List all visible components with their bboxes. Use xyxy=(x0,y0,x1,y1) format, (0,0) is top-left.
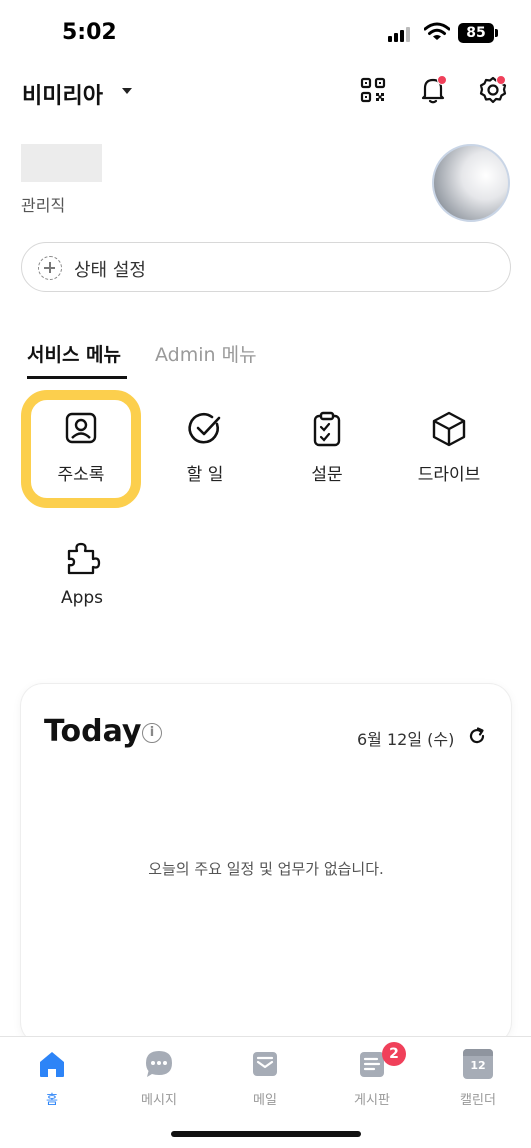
menu-item-label: Apps xyxy=(60,588,104,608)
notification-dot xyxy=(437,75,447,85)
info-icon[interactable]: i xyxy=(142,723,162,743)
today-date: 6월 12일 (수) xyxy=(357,730,455,749)
contacts-icon xyxy=(65,412,97,444)
nav-home[interactable]: 홈 xyxy=(2,1049,102,1109)
nav-label: 홈 xyxy=(46,1093,58,1108)
battery-tip xyxy=(495,29,498,37)
status-time: 5:02 xyxy=(62,20,117,45)
mail-icon xyxy=(253,1052,277,1076)
menu-item-survey[interactable]: 설문 xyxy=(267,390,385,506)
battery-level: 85 xyxy=(458,23,494,43)
survey-clipboard-icon xyxy=(313,411,341,447)
status-setting-label: 상태 설정 xyxy=(74,260,146,281)
active-tab-indicator xyxy=(27,376,127,379)
menu-tabs: 서비스 메뉴 Admin 메뉴 xyxy=(0,336,531,380)
today-card: Today i 6월 12일 (수) 오늘의 주요 일정 및 업무가 없습니다. xyxy=(21,684,511,1044)
qr-code-icon[interactable] xyxy=(357,74,389,106)
today-title: Today xyxy=(44,714,142,749)
cube-icon xyxy=(432,411,466,447)
settings-alert-dot xyxy=(496,75,506,85)
org-switcher-label[interactable]: 비미리아 xyxy=(22,78,103,110)
refresh-icon[interactable] xyxy=(467,726,487,746)
chat-bubble-icon xyxy=(146,1051,172,1077)
avatar[interactable] xyxy=(432,144,510,222)
nav-label: 게시판 xyxy=(354,1093,390,1108)
calendar-icon: 12 xyxy=(463,1049,493,1079)
menu-item-drive[interactable]: 드라이브 xyxy=(389,390,507,506)
cellular-signal-icon xyxy=(388,26,414,42)
app-header: 비미리아 xyxy=(0,64,531,120)
user-name-redacted xyxy=(21,144,102,182)
chevron-down-icon[interactable] xyxy=(122,88,132,94)
tab-admin-menu[interactable]: Admin 메뉴 xyxy=(155,340,257,367)
empty-schedule-message: 오늘의 주요 일정 및 업무가 없습니다. xyxy=(148,860,384,878)
menu-item-label: 할 일 xyxy=(186,465,224,485)
home-indicator xyxy=(171,1131,361,1137)
menu-item-label: 드라이브 xyxy=(417,465,481,485)
nav-board[interactable]: 게시판 xyxy=(322,1049,422,1109)
user-role: 관리직 xyxy=(21,196,66,215)
wifi-icon xyxy=(424,22,450,40)
menu-item-todo[interactable]: 할 일 xyxy=(145,390,263,506)
home-icon xyxy=(40,1052,64,1077)
puzzle-icon xyxy=(67,542,101,575)
status-setting-button[interactable]: 상태 설정 xyxy=(21,242,511,292)
nav-label: 메일 xyxy=(253,1093,277,1108)
check-circle-icon xyxy=(188,412,221,444)
menu-item-label: 주소록 xyxy=(57,465,105,485)
nav-label: 캘린더 xyxy=(460,1093,496,1108)
add-status-icon xyxy=(38,256,62,280)
tab-service-menu[interactable]: 서비스 메뉴 xyxy=(27,340,121,367)
menu-item-label: 설문 xyxy=(311,465,343,485)
menu-item-apps[interactable]: Apps xyxy=(22,518,140,634)
nav-messages[interactable]: 메시지 xyxy=(109,1049,209,1109)
board-unread-badge: 2 xyxy=(382,1042,406,1066)
nav-label: 메시지 xyxy=(141,1093,177,1108)
calendar-day: 12 xyxy=(470,1059,486,1072)
nav-calendar[interactable]: 12 캘린더 xyxy=(428,1049,528,1109)
status-bar: 5:02 85 xyxy=(0,0,531,64)
menu-item-contacts[interactable]: 주소록 xyxy=(21,390,141,508)
nav-mail[interactable]: 메일 xyxy=(215,1049,315,1109)
profile-section: 관리직 xyxy=(0,136,531,236)
